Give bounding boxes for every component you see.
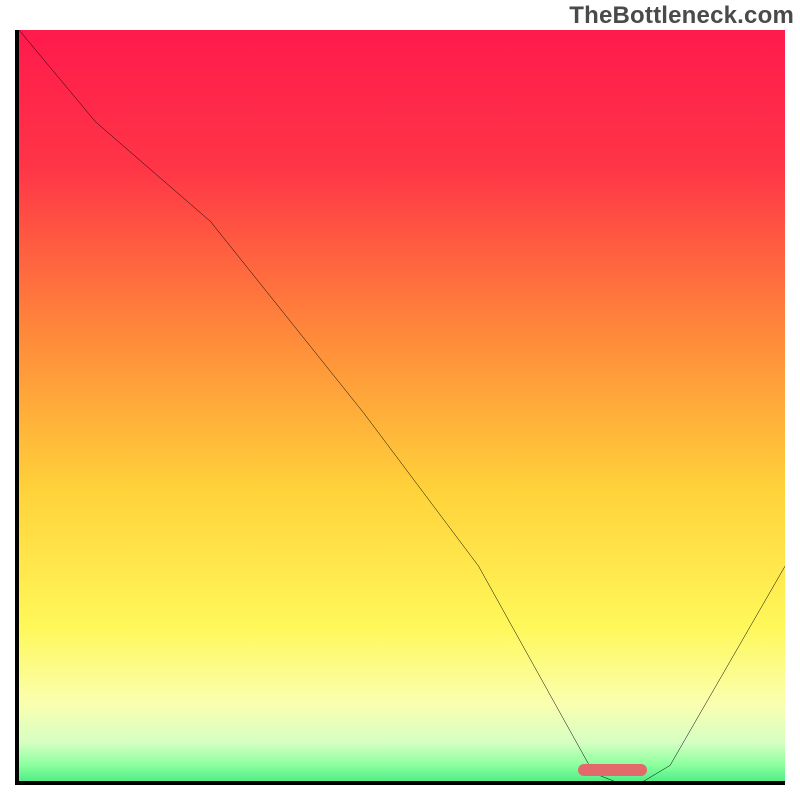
bottleneck-chart xyxy=(15,30,785,785)
optimal-range-marker xyxy=(578,764,647,776)
chart-frame: TheBottleneck.com xyxy=(0,0,800,800)
watermark-text: TheBottleneck.com xyxy=(569,2,794,30)
bottleneck-curve xyxy=(19,30,785,785)
